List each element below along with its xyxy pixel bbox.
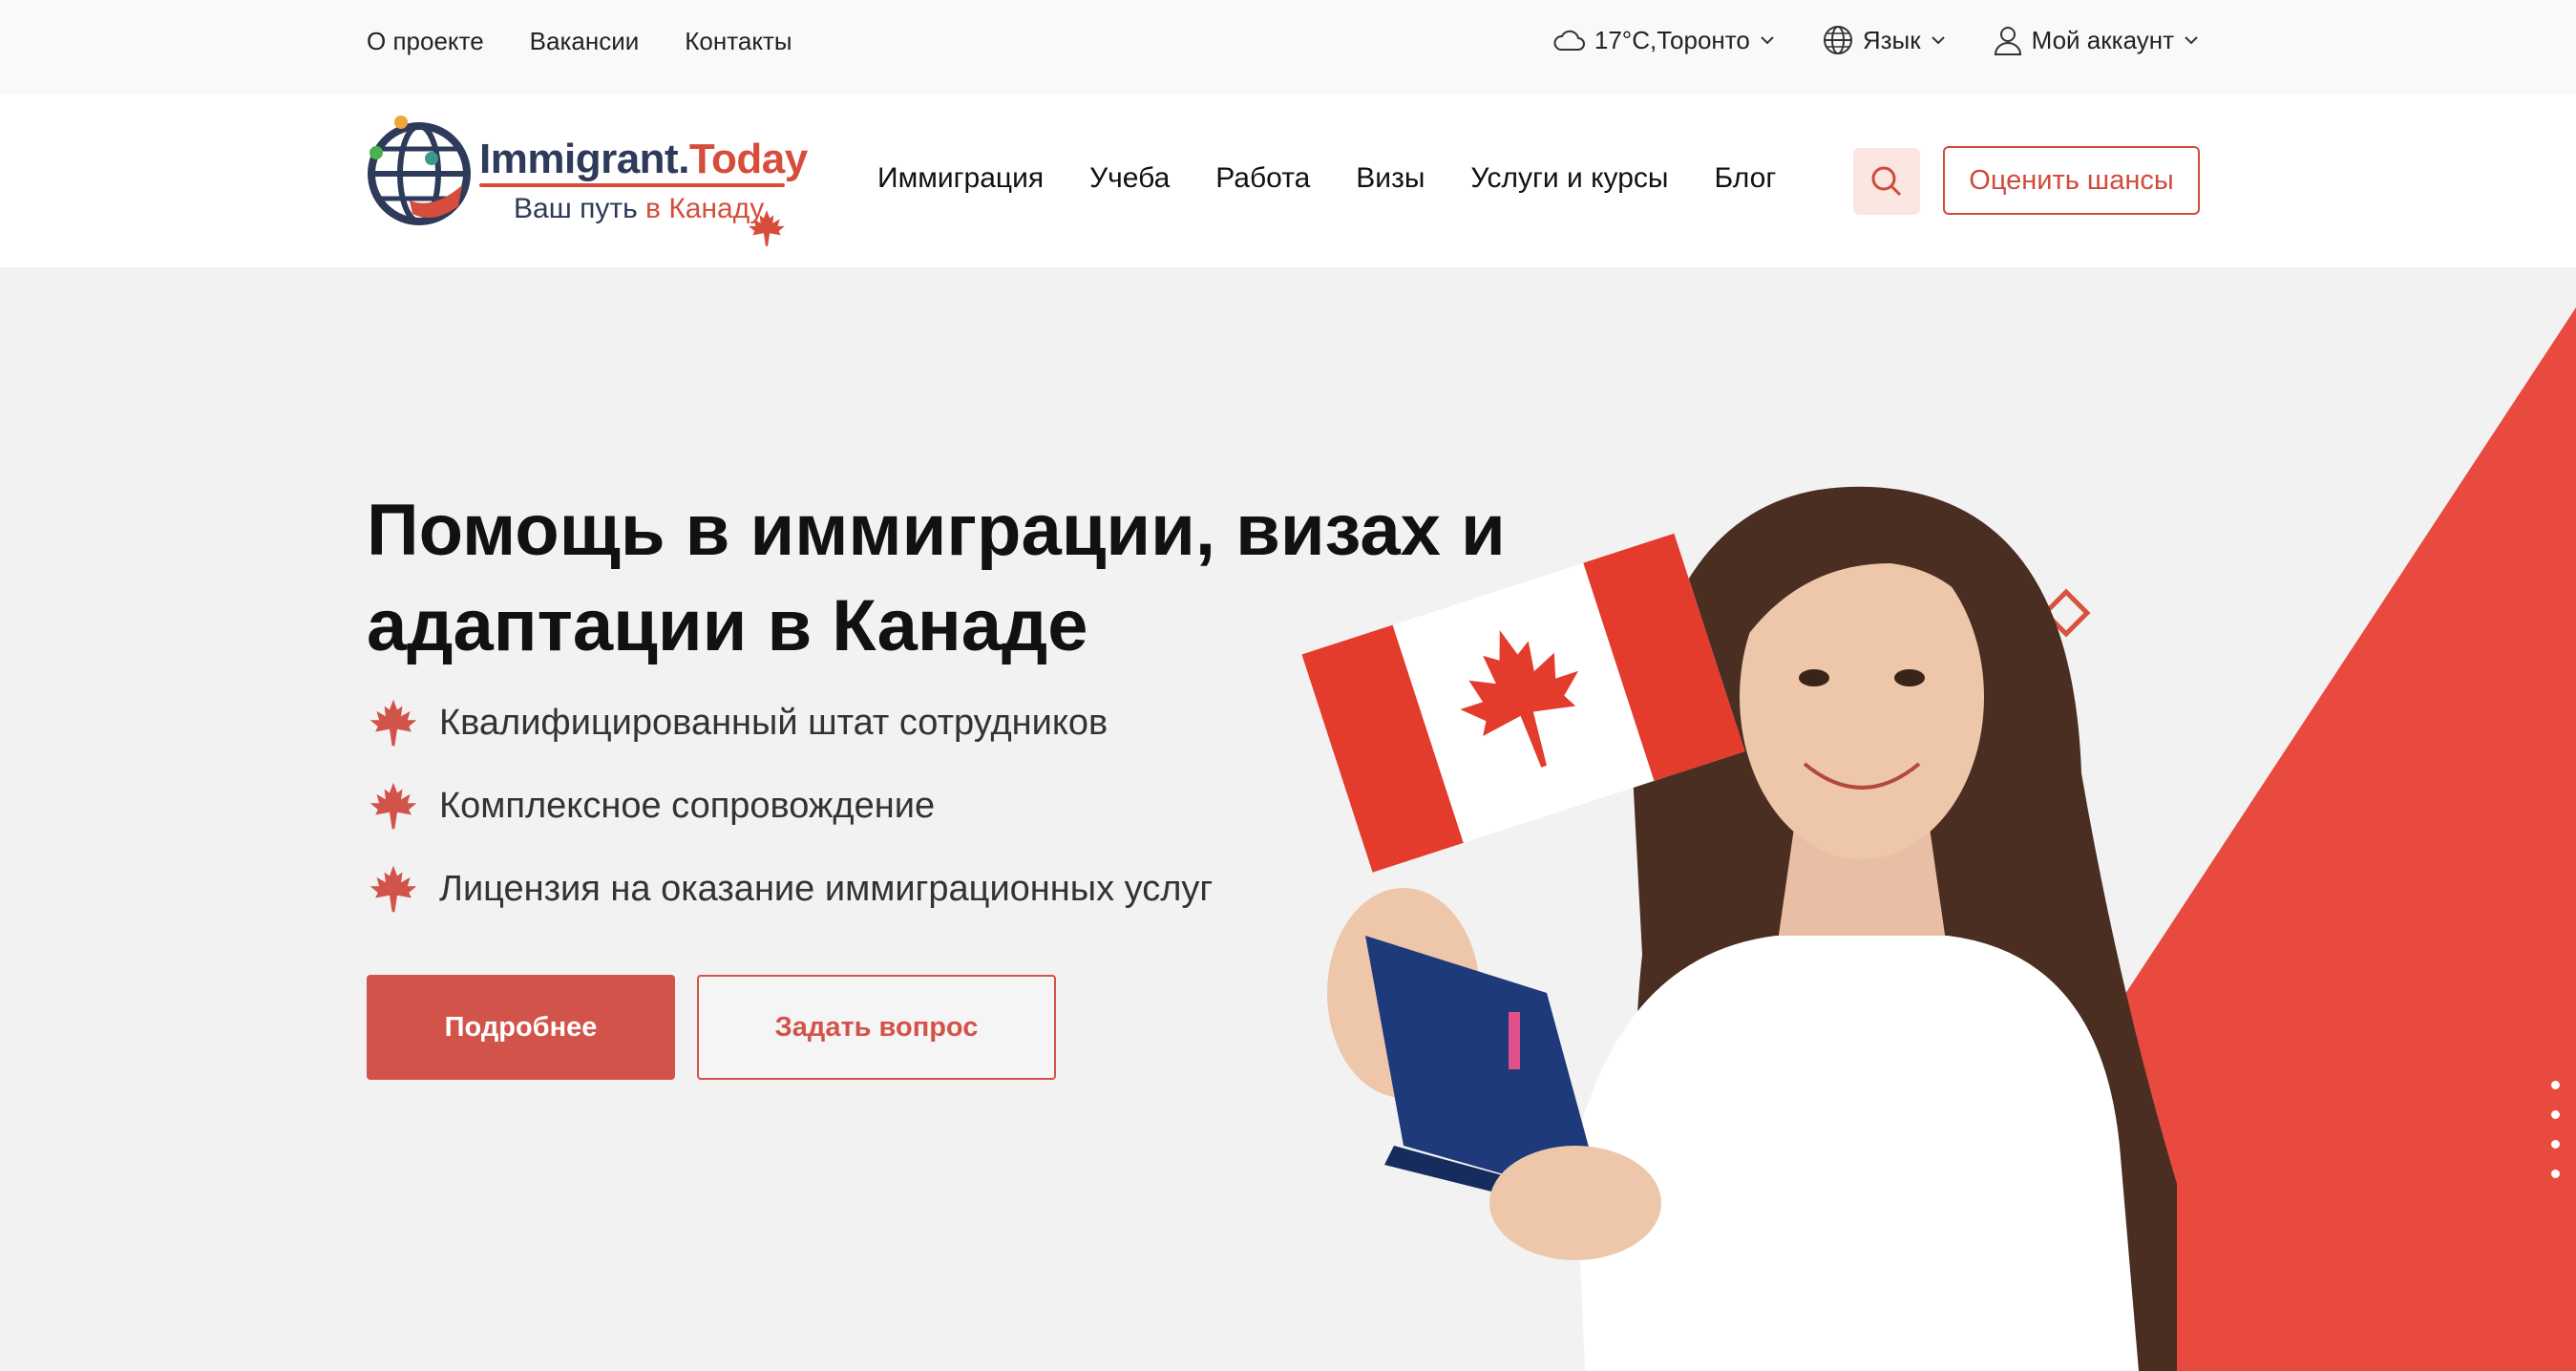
chevron-down-icon — [2185, 36, 2198, 45]
feature-text: Квалифицированный штат сотрудников — [439, 702, 1109, 743]
account-dropdown[interactable]: Мой аккаунт — [1994, 25, 2199, 55]
slider-pagination — [2551, 1081, 2560, 1178]
maple-leaf-icon — [370, 782, 417, 830]
cloud-icon — [1553, 30, 1585, 51]
nav-blog[interactable]: Блог — [1714, 162, 1776, 195]
top-link-about[interactable]: О проекте — [367, 27, 484, 56]
ask-question-button[interactable]: Задать вопрос — [697, 975, 1056, 1080]
top-utility-bar: О проекте Вакансии Контакты 17°C,Торонто… — [0, 0, 2576, 94]
hero-features-list: Квалифицированный штат сотрудников Компл… — [367, 697, 1213, 946]
top-links: О проекте Вакансии Контакты — [367, 27, 792, 56]
site-logo[interactable]: Immigrant.Today Ваш путь в Канаду — [367, 115, 808, 248]
language-dropdown[interactable]: Язык — [1823, 25, 1946, 55]
feature-text: Лицензия на оказание иммиграционных услу… — [439, 868, 1214, 909]
globe-icon — [1823, 26, 1852, 54]
globe-logo-icon — [368, 116, 471, 225]
chevron-down-icon — [1931, 36, 1945, 45]
logo-brand: Immigrant.Today — [479, 136, 808, 182]
slider-dot[interactable] — [2551, 1170, 2560, 1178]
evaluate-chances-button[interactable]: Оценить шансы — [1943, 146, 2200, 215]
feature-text: Комплексное сопровождение — [439, 785, 936, 826]
chevron-down-icon — [1761, 36, 1774, 45]
main-nav: Иммиграция Учеба Работа Визы Услуги и ку… — [877, 162, 1776, 195]
nav-visas[interactable]: Визы — [1356, 162, 1425, 195]
top-link-contacts[interactable]: Контакты — [685, 27, 792, 56]
nav-study[interactable]: Учеба — [1089, 162, 1170, 195]
slider-dot[interactable] — [2551, 1140, 2560, 1149]
logo-underline — [479, 183, 785, 187]
feature-item: Комплексное сопровождение — [367, 780, 1213, 832]
search-button[interactable] — [1853, 148, 1920, 215]
feature-item: Квалифицированный штат сотрудников — [367, 697, 1213, 749]
nav-services-courses[interactable]: Услуги и курсы — [1470, 162, 1668, 195]
logo-tagline: Ваш путь в Канаду — [514, 193, 765, 224]
top-link-vacancies[interactable]: Вакансии — [530, 27, 640, 56]
account-label: Мой аккаунт — [2031, 25, 2174, 54]
weather-dropdown[interactable]: 17°C,Торонто — [1552, 26, 1775, 55]
feature-item: Лицензия на оказание иммиграционных услу… — [367, 863, 1213, 915]
maple-leaf-icon — [749, 210, 785, 246]
main-header: Immigrant.Today Ваш путь в Канаду Иммигр… — [0, 94, 2576, 267]
hero-section: Помощь в иммиграции, визах и адаптации в… — [0, 267, 2576, 1371]
more-details-button[interactable]: Подробнее — [367, 975, 675, 1080]
language-label: Язык — [1862, 25, 1921, 54]
top-right-controls: 17°C,Торонто Язык Мой аккаунт — [1552, 25, 2199, 55]
hero-photo-woman-with-flag — [1301, 486, 2177, 1371]
slider-dot[interactable] — [2551, 1081, 2560, 1089]
search-icon — [1871, 166, 1902, 197]
slider-dot[interactable] — [2551, 1110, 2560, 1119]
user-icon — [1994, 27, 2021, 55]
nav-immigration[interactable]: Иммиграция — [877, 162, 1044, 195]
maple-leaf-icon — [370, 865, 417, 913]
nav-work[interactable]: Работа — [1215, 162, 1310, 195]
maple-leaf-icon — [370, 699, 417, 747]
weather-label: 17°C,Торонто — [1594, 25, 1750, 54]
